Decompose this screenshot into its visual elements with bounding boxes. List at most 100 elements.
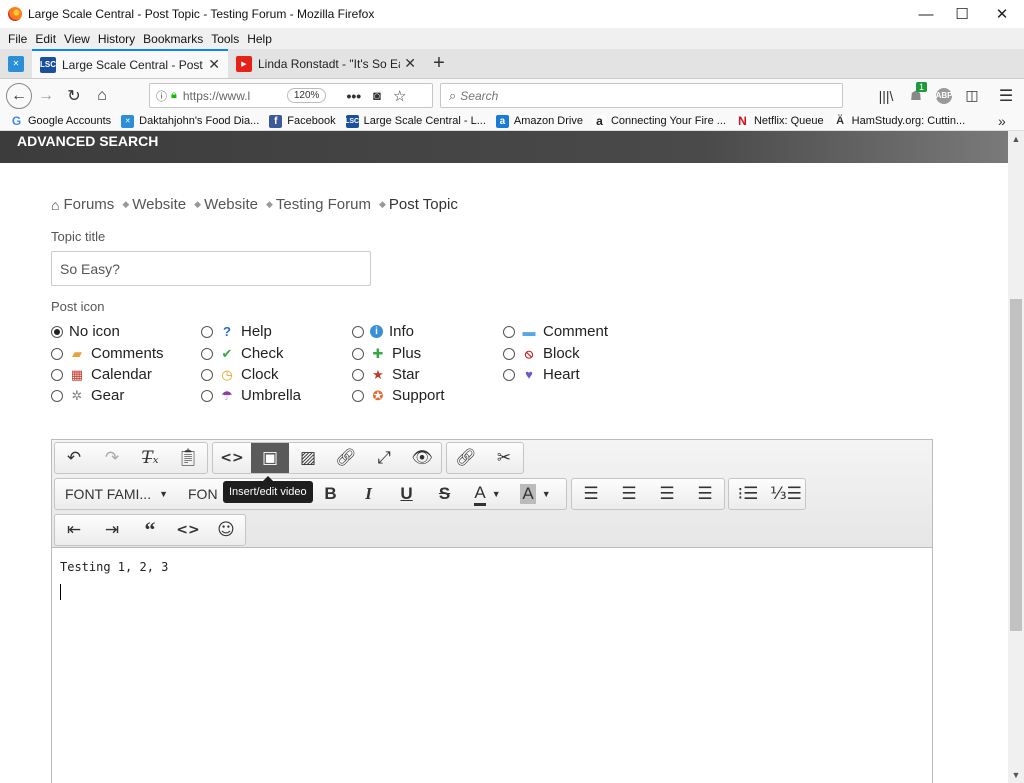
url-bar[interactable]: ⓘ 🔒︎ https://www.l 120% ••• ◙ ☆ [149,83,433,108]
redo-icon[interactable]: ↷ [93,443,131,473]
post-icon-option-star[interactable]: ★ Star [352,366,420,383]
editor-content-area[interactable]: Testing 1, 2, 3 [52,548,932,783]
breadcrumb-testing-forum[interactable]: ◆ Testing Forum [266,196,371,213]
site-info-icon[interactable]: ⓘ [156,88,167,104]
code-icon[interactable]: <> [169,515,207,545]
background-color-icon[interactable]: A ▼ [512,479,560,509]
hamburger-menu-icon[interactable]: ☰ [992,82,1020,110]
bookmarks-overflow-icon[interactable]: » [998,113,1006,129]
adblock-icon[interactable]: ABP [930,82,958,110]
indent-icon[interactable]: ⇥ [93,515,131,545]
paste-icon[interactable]: 📋︎ [169,443,207,473]
back-button[interactable]: ← [6,82,32,109]
emoticon-icon[interactable]: ☺ [207,515,245,545]
radio-no-icon[interactable] [51,325,63,338]
post-icon-option-help[interactable]: ? Help [201,323,272,340]
clear-formatting-icon[interactable]: T̶ₓ [131,443,169,473]
menu-history[interactable]: History [98,32,135,46]
bold-icon[interactable]: B [312,479,350,509]
new-tab-button[interactable]: + [424,49,454,78]
underline-icon[interactable]: U [388,479,426,509]
post-icon-option-comment[interactable]: ▬ Comment [503,323,608,340]
align-right-icon[interactable]: ☰ [648,479,686,509]
radio-calendar[interactable] [51,368,63,381]
radio-star[interactable] [352,368,364,381]
close-window-button[interactable]: ✕ [982,0,1022,28]
radio-clock[interactable] [201,368,213,381]
link-icon[interactable]: 🔗︎ [447,443,485,473]
pocket-icon[interactable]: ◙ [373,88,381,103]
undo-icon[interactable]: ↶ [55,443,93,473]
bookmark-netflix[interactable]: N Netflix: Queue [735,114,824,128]
close-tab-icon[interactable]: ✕ [404,55,416,72]
radio-heart[interactable] [503,368,515,381]
radio-comments[interactable] [51,347,63,360]
page-actions-icon[interactable]: ••• [346,88,361,104]
breadcrumb-website-2[interactable]: ◆ Website [194,196,258,213]
radio-plus[interactable] [352,347,364,360]
bullet-list-icon[interactable]: ⁝☰ [729,479,767,509]
font-size-dropdown[interactable]: FON [178,479,228,509]
url-text[interactable]: https://www.l [183,89,283,103]
bookmark-amazon-drive[interactable]: a Amazon Drive [495,114,583,128]
tab-large-scale-central[interactable]: LSC Large Scale Central - Post Topic ✕ [32,49,228,78]
radio-info[interactable] [352,325,364,338]
bookmark-star-icon[interactable]: ☆ [393,87,406,105]
zoom-level-indicator[interactable]: 120% [286,88,327,103]
bookmark-daktahjohn[interactable]: ✕ Daktahjohn's Food Dia... [121,114,259,128]
radio-check[interactable] [201,347,213,360]
radio-umbrella[interactable] [201,389,213,402]
numbered-list-icon[interactable]: ⅓☰ [767,479,805,509]
scroll-up-icon[interactable]: ▲ [1008,131,1024,147]
radio-gear[interactable] [51,389,63,402]
menu-bookmarks[interactable]: Bookmarks [143,32,203,46]
fullscreen-icon[interactable]: ⤢ [365,443,403,473]
pinned-tab[interactable]: ✕ [0,49,32,78]
post-icon-option-calendar[interactable]: ▦ Calendar [51,366,152,383]
post-icon-option-comments[interactable]: ▰ Comments [51,345,164,362]
outdent-icon[interactable]: ⇤ [55,515,93,545]
scrollbar-thumb[interactable] [1010,299,1022,631]
home-button[interactable]: ⌂ [88,82,116,110]
radio-block[interactable] [503,347,515,360]
breadcrumb-forums[interactable]: ⌂ Forums [51,196,114,213]
bookmark-facebook[interactable]: f Facebook [269,114,336,128]
topic-title-input[interactable] [51,251,371,286]
radio-comment[interactable] [503,325,515,338]
maximize-button[interactable]: ☐ [942,0,982,28]
unlink-icon[interactable]: ✂︎ [485,443,523,473]
post-icon-option-gear[interactable]: ✲ Gear [51,387,124,404]
font-family-dropdown[interactable]: FONT FAMI... ▼ [55,479,178,509]
tab-youtube[interactable]: ▶ Linda Ronstadt - "It's So Easy" ( ✕ [228,49,424,78]
menu-help[interactable]: Help [247,32,272,46]
align-center-icon[interactable]: ☰ [610,479,648,509]
align-left-icon[interactable]: ☰ [572,479,610,509]
insert-video-icon[interactable]: ▣ [251,443,289,473]
page-scrollbar[interactable]: ▲ ▼ [1008,131,1024,783]
source-code-icon[interactable]: <> [213,443,251,473]
search-input[interactable] [460,88,821,103]
post-icon-option-umbrella[interactable]: ☂ Umbrella [201,387,301,404]
align-justify-icon[interactable]: ☰ [686,479,724,509]
bookmark-connecting-fire[interactable]: a Connecting Your Fire ... [592,114,726,128]
post-icon-option-support[interactable]: ✪ Support [352,387,445,404]
strikethrough-icon[interactable]: S [426,479,464,509]
italic-icon[interactable]: I [350,479,388,509]
post-icon-option-heart[interactable]: ♥ Heart [503,366,580,383]
minimize-button[interactable]: — [906,0,946,28]
bookmark-hamstudy[interactable]: Ä HamStudy.org: Cuttin... [833,114,965,128]
breadcrumb-post-topic[interactable]: ◆ Post Topic [379,196,458,213]
bookmark-large-scale-central[interactable]: LSC Large Scale Central - L... [345,114,486,128]
preview-icon[interactable]: 👁︎ [403,443,441,473]
menu-file[interactable]: File [8,32,27,46]
radio-help[interactable] [201,325,213,338]
scroll-down-icon[interactable]: ▼ [1008,767,1024,783]
post-icon-option-clock[interactable]: ◷ Clock [201,366,279,383]
post-icon-option-plus[interactable]: ✚ Plus [352,345,421,362]
forward-button[interactable]: → [32,82,60,110]
advanced-search-banner[interactable]: ADVANCED SEARCH [0,131,1008,163]
blockquote-icon[interactable]: “ [131,515,169,545]
reload-button[interactable]: ↻ [60,82,88,110]
post-icon-option-check[interactable]: ✔ Check [201,345,284,362]
post-icon-option-block[interactable]: ⦸ Block [503,345,580,362]
